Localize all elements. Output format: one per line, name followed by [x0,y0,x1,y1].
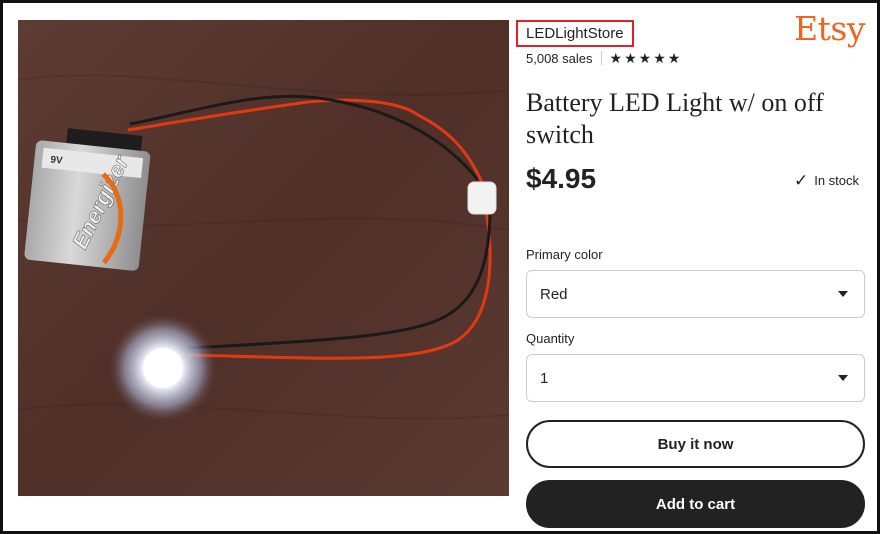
buy-it-now-button[interactable]: Buy it now [526,420,865,468]
color-select[interactable]: Red [526,270,865,318]
shop-name-link[interactable]: LEDLightStore [516,20,634,47]
battery-voltage-label: 9V [50,155,64,167]
quantity-select[interactable]: 1 [526,354,865,402]
star-icon: ★ [609,50,623,66]
rating-stars[interactable]: ★ ★ ★ ★ ★ [610,51,681,65]
color-select-value: Red [540,285,568,303]
product-title: Battery LED Light w/ on off switch [526,88,824,149]
sales-count: 5,008 sales [526,50,593,66]
checkmark-icon: ✓ [793,170,809,190]
chevron-down-icon [838,291,848,297]
quantity-select-value: 1 [540,369,549,387]
add-to-cart-button[interactable]: Add to cart [526,480,865,528]
star-icon: ★ [638,50,652,66]
stock-status-text: In stock [814,172,859,188]
etsy-logo: Etsy [794,9,865,48]
chevron-down-icon [838,375,848,381]
star-icon: ★ [653,50,666,66]
divider [600,51,602,65]
listing-panel: 9V Energizer LEDLightStore Etsy 5,008 sa… [0,0,880,534]
quantity-label: Quantity [526,331,575,346]
star-icon: ★ [667,50,681,66]
shop-stats: 5,008 sales ★ ★ ★ ★ ★ [526,49,680,67]
stock-status: ✓ In stock [794,169,859,191]
product-image[interactable]: 9V Energizer [18,20,509,496]
product-photo-graphic: 9V Energizer [18,20,509,496]
star-icon: ★ [624,50,637,66]
color-label: Primary color [526,247,603,262]
product-price: $4.95 [526,163,597,194]
